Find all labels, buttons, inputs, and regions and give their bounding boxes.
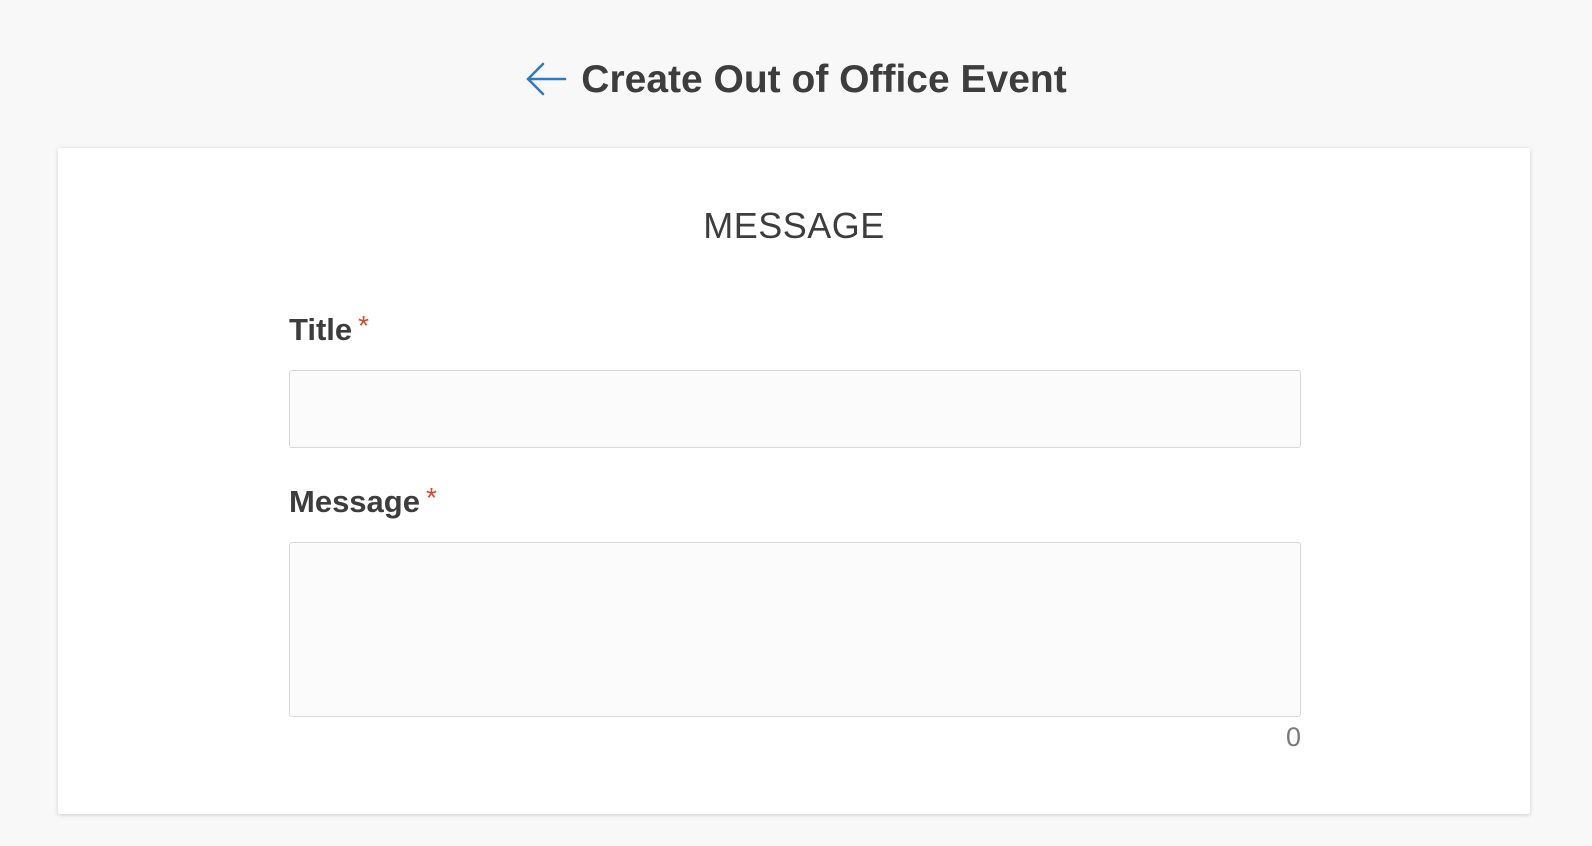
message-card: MESSAGE Title * Message * 0 (58, 148, 1530, 814)
arrow-left-icon (525, 62, 567, 96)
character-count: 0 (1285, 722, 1301, 752)
message-field-label: Message * (289, 484, 437, 519)
title-field-label: Title * (289, 312, 369, 347)
required-asterisk: * (425, 482, 437, 513)
page-title: Create Out of Office Event (581, 57, 1067, 101)
back-button[interactable] (525, 62, 567, 96)
page-header: Create Out of Office Event (0, 48, 1592, 110)
message-textarea[interactable] (289, 542, 1301, 717)
message-label-text: Message (289, 484, 420, 519)
section-title: MESSAGE (703, 205, 885, 246)
title-input[interactable] (289, 370, 1301, 448)
title-label-text: Title (289, 312, 353, 347)
required-asterisk: * (358, 310, 370, 341)
